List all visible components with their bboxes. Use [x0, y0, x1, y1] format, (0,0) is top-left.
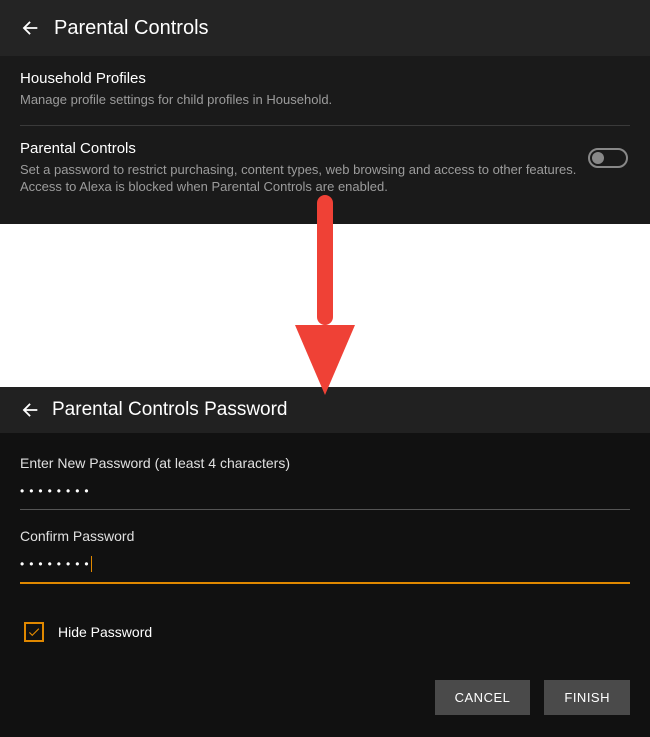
check-icon	[27, 625, 41, 639]
confirm-password-value: ••••••••	[20, 557, 94, 571]
arrow-left-icon	[19, 17, 41, 39]
hide-password-row: Hide Password	[0, 610, 650, 662]
app-bar: Parental Controls	[0, 0, 650, 56]
hide-password-checkbox[interactable]	[24, 622, 44, 642]
password-setup-screen: Parental Controls Password Enter New Pas…	[0, 387, 650, 737]
arrow-left-icon	[19, 399, 41, 421]
screenshot-gap	[0, 224, 650, 387]
household-heading: Household Profiles	[20, 70, 628, 87]
confirm-password-input[interactable]: ••••••••	[20, 554, 630, 574]
page-title: Parental Controls Password	[52, 399, 288, 421]
text-cursor	[91, 556, 92, 572]
parental-desc: Set a password to restrict purchasing, c…	[20, 161, 580, 196]
parental-controls-row: Parental Controls Set a password to rest…	[0, 126, 650, 224]
app-bar: Parental Controls Password	[0, 387, 650, 433]
household-profiles-row[interactable]: Household Profiles Manage profile settin…	[0, 56, 650, 125]
confirm-password-label: Confirm Password	[20, 528, 630, 544]
toggle-knob	[592, 152, 604, 164]
input-underline	[20, 509, 630, 510]
enter-password-value: ••••••••	[20, 484, 94, 498]
settings-parental-controls-screen: Parental Controls Household Profiles Man…	[0, 0, 650, 224]
household-desc: Manage profile settings for child profil…	[20, 91, 580, 109]
enter-password-input[interactable]: ••••••••	[20, 481, 630, 501]
button-row: CANCEL FINISH	[0, 662, 650, 737]
parental-controls-toggle[interactable]	[588, 148, 628, 168]
page-title: Parental Controls	[54, 17, 209, 40]
finish-button[interactable]: FINISH	[544, 680, 630, 715]
password-form: Enter New Password (at least 4 character…	[0, 433, 650, 610]
cancel-button[interactable]: CANCEL	[435, 680, 531, 715]
parental-heading: Parental Controls	[20, 140, 628, 157]
back-button[interactable]	[12, 10, 48, 46]
back-button[interactable]	[12, 392, 48, 428]
hide-password-label: Hide Password	[58, 624, 152, 640]
enter-password-label: Enter New Password (at least 4 character…	[20, 455, 630, 471]
input-underline-active	[20, 582, 630, 584]
